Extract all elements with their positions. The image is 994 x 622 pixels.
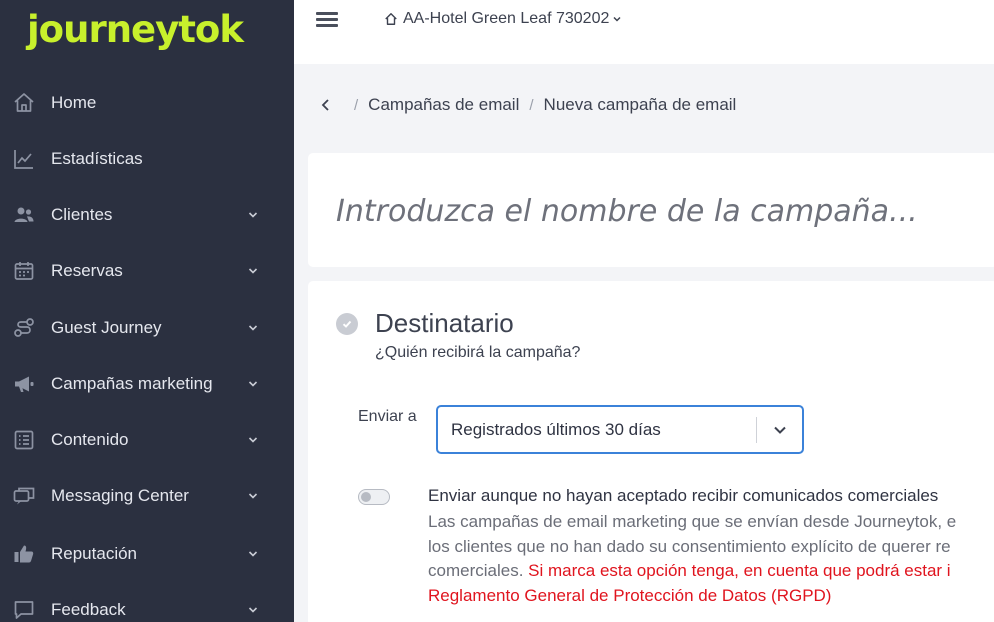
chevron-down-icon[interactable] xyxy=(772,422,788,438)
calendar-icon xyxy=(11,258,37,284)
send-to-label: Enviar a xyxy=(358,408,417,425)
sidebar-item-contenido[interactable]: Contenido xyxy=(0,420,294,460)
chart-line-icon xyxy=(11,146,37,172)
chevron-down-icon xyxy=(245,432,261,448)
sidebar-item-label: Contenido xyxy=(51,430,129,449)
gdpr-warning-text: Reglamento General de Protección de Dato… xyxy=(428,585,832,605)
breadcrumb-new-email-campaign: Nueva campaña de email xyxy=(543,95,737,114)
campaign-name-card xyxy=(308,153,994,267)
chat-icon xyxy=(11,483,37,509)
users-icon xyxy=(11,202,37,228)
route-icon xyxy=(11,315,37,341)
recipient-subtitle: ¿Quién recibirá la campaña? xyxy=(375,344,581,361)
top-bar: AA-Hotel Green Leaf 730202 xyxy=(294,0,994,64)
home-icon xyxy=(11,90,37,116)
home-icon xyxy=(385,13,397,25)
chevron-down-icon xyxy=(245,488,261,504)
sidebar-item-label: Estadísticas xyxy=(51,149,143,168)
sidebar-item-feedback[interactable]: Feedback xyxy=(0,590,294,622)
chevron-down-icon xyxy=(245,546,261,562)
breadcrumb-email-campaigns[interactable]: Campañas de email xyxy=(368,95,519,115)
sidebar-item-label: Campañas marketing xyxy=(51,374,213,393)
select-divider xyxy=(756,417,757,443)
hotel-name: AA-Hotel Green Leaf 730202 xyxy=(403,10,610,27)
chevron-left-icon[interactable] xyxy=(320,98,332,112)
sidebar-item-guest-journey[interactable]: Guest Journey xyxy=(0,308,294,348)
consent-toggle[interactable] xyxy=(358,489,390,505)
sidebar-item-label: Reservas xyxy=(51,261,123,280)
chevron-down-icon xyxy=(245,376,261,392)
sidebar-item-campañas-marketing[interactable]: Campañas marketing xyxy=(0,364,294,404)
message-square-icon xyxy=(11,597,37,622)
sidebar-item-messaging-center[interactable]: Messaging Center xyxy=(0,476,294,516)
sidebar-item-label: Home xyxy=(51,93,97,112)
list-icon xyxy=(11,427,37,453)
campaign-name-input[interactable] xyxy=(336,189,976,233)
consent-desc-line: Las campañas de email marketing que se e… xyxy=(428,512,957,531)
step-check-icon xyxy=(336,313,358,335)
send-to-value: Registrados últimos 30 días xyxy=(451,420,661,439)
sidebar-item-label: Clientes xyxy=(51,205,113,224)
recipient-card: Destinatario ¿Quién recibirá la campaña?… xyxy=(308,281,994,622)
sidebar-item-label: Guest Journey xyxy=(51,318,162,337)
gdpr-warning-text: Si marca esta opción tenga, en cuenta qu… xyxy=(523,561,951,580)
chevron-down-icon xyxy=(245,263,261,279)
menu-toggle-button[interactable] xyxy=(316,9,338,31)
consent-desc-line: comerciales. xyxy=(428,561,524,580)
journeytok-logo[interactable]: journeytok xyxy=(27,8,244,51)
recipient-title: Destinatario xyxy=(375,308,514,338)
sidebar-item-reservas[interactable]: Reservas xyxy=(0,251,294,291)
sidebar-item-reputación[interactable]: Reputación xyxy=(0,534,294,574)
sidebar-item-label: Messaging Center xyxy=(51,486,189,505)
chevron-down-icon xyxy=(613,16,621,22)
sidebar: journeytok Home Estadísticas Clientes Reser… xyxy=(0,0,294,622)
sidebar-item-label: Feedback xyxy=(51,600,126,619)
chevron-down-icon xyxy=(245,602,261,618)
consent-option-description: Las campañas de email marketing que se e… xyxy=(428,510,994,608)
sidebar-item-clientes[interactable]: Clientes xyxy=(0,195,294,235)
breadcrumb: / Campañas de email / Nueva campaña de e… xyxy=(320,95,736,115)
thumbs-up-icon xyxy=(11,541,37,567)
hotel-selector[interactable]: AA-Hotel Green Leaf 730202 xyxy=(384,10,622,28)
sidebar-item-label: Reputación xyxy=(51,544,138,563)
megaphone-icon xyxy=(11,371,37,397)
sidebar-item-home[interactable]: Home xyxy=(0,83,294,123)
sidebar-item-estadísticas[interactable]: Estadísticas xyxy=(0,139,294,179)
chevron-down-icon xyxy=(245,207,261,223)
chevron-down-icon xyxy=(245,320,261,336)
consent-desc-line: los clientes que no han dado su consenti… xyxy=(428,536,951,556)
consent-option-title: Enviar aunque no hayan aceptado recibir … xyxy=(428,486,939,505)
send-to-select[interactable]: Registrados últimos 30 días xyxy=(436,405,804,454)
